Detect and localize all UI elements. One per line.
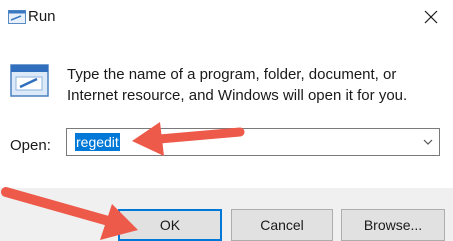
close-icon — [424, 10, 438, 24]
ok-button[interactable]: OK — [118, 209, 222, 241]
run-dialog: Run Type the name of a program, folder, … — [0, 0, 453, 241]
window-title: Run — [28, 8, 56, 25]
open-input-value[interactable]: regedit — [75, 133, 120, 151]
title-bar: Run — [0, 0, 453, 36]
run-program-icon — [10, 64, 49, 97]
cancel-button[interactable]: Cancel — [231, 209, 333, 241]
browse-button[interactable]: Browse... — [341, 209, 445, 241]
run-app-icon — [8, 10, 26, 24]
open-combobox[interactable]: regedit — [66, 128, 440, 156]
chevron-down-icon[interactable] — [423, 138, 433, 146]
run-description: Type the name of a program, folder, docu… — [67, 66, 408, 104]
open-label: Open: — [10, 137, 51, 154]
close-button[interactable] — [417, 4, 445, 30]
